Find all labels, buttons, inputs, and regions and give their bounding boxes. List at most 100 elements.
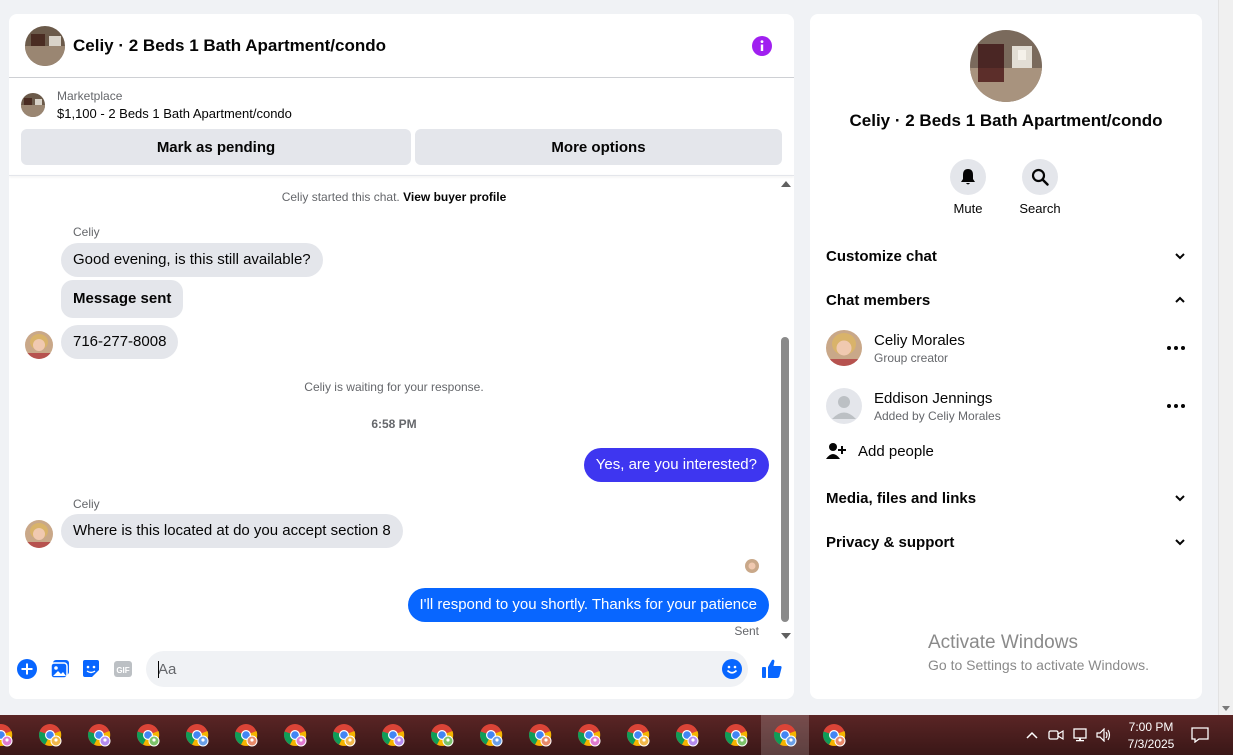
chevron-down-icon	[1175, 253, 1185, 260]
volume-icon[interactable]	[1094, 715, 1114, 755]
emoji-icon[interactable]	[722, 659, 742, 679]
activate-subtitle: Go to Settings to activate Windows.	[928, 657, 1149, 673]
gif-icon[interactable]: GIF	[113, 659, 133, 679]
incoming-message[interactable]: 716-277-8008	[61, 325, 179, 359]
meet-now-icon[interactable]	[1046, 715, 1066, 755]
taskbar: 7:00 PM 7/3/2025	[0, 715, 1233, 755]
search-button[interactable]	[1022, 159, 1058, 195]
member-role: Group creator	[874, 350, 949, 365]
window-scrollbar[interactable]	[1218, 0, 1233, 715]
media-files-links-label: Media, files and links	[826, 489, 977, 507]
member-avatar[interactable]	[826, 330, 862, 366]
chrome-taskbar-icon[interactable]	[761, 715, 809, 755]
listing-photo[interactable]	[970, 30, 1042, 102]
like-icon[interactable]	[761, 658, 783, 680]
listing-title: $1,100 - 2 Beds 1 Bath Apartment/condo	[57, 106, 292, 121]
header-divider	[9, 175, 794, 176]
network-icon[interactable]	[1070, 715, 1090, 755]
mute-action[interactable]: Mute	[938, 159, 998, 216]
marketplace-label: Marketplace	[57, 89, 123, 103]
bell-icon	[961, 169, 975, 185]
message-composer: GIF	[9, 649, 794, 689]
more-icon[interactable]	[1166, 338, 1186, 358]
sticker-icon[interactable]	[81, 659, 101, 679]
chat-members-section[interactable]: Chat members	[826, 286, 1186, 314]
mute-label: Mute	[953, 201, 983, 216]
read-receipt-avatar	[745, 559, 759, 573]
chrome-taskbar-icon[interactable]	[516, 715, 564, 755]
member-avatar[interactable]	[826, 388, 862, 424]
sent-status: Sent	[734, 624, 759, 638]
chrome-taskbar-icon[interactable]	[26, 715, 74, 755]
privacy-support-section[interactable]: Privacy & support	[826, 528, 1186, 556]
tray-expand-icon[interactable]	[1022, 715, 1042, 755]
chat-header: Celiy · 2 Beds 1 Bath Apartment/condo	[9, 14, 794, 78]
message-input[interactable]	[146, 651, 748, 687]
sender-avatar[interactable]	[25, 520, 53, 548]
scroll-down-icon[interactable]	[1222, 706, 1230, 711]
member-name: Eddison Jennings	[874, 389, 993, 407]
chat-scrollbar[interactable]	[778, 179, 792, 639]
search-icon	[1031, 168, 1049, 186]
chrome-taskbar-icon[interactable]	[614, 715, 662, 755]
outgoing-message[interactable]: I'll respond to you shortly. Thanks for …	[407, 588, 769, 622]
mute-button[interactable]	[950, 159, 986, 195]
customize-chat-section[interactable]: Customize chat	[826, 242, 1186, 270]
scroll-down-icon[interactable]	[781, 633, 791, 639]
chrome-taskbar-icon[interactable]	[565, 715, 613, 755]
chrome-taskbar-icon[interactable]	[418, 715, 466, 755]
member-role: Added by Celiy Morales	[874, 408, 1001, 423]
chrome-taskbar-icon[interactable]	[320, 715, 368, 755]
outgoing-message[interactable]: Yes, are you interested?	[583, 448, 769, 482]
media-files-links-section[interactable]: Media, files and links	[826, 484, 1186, 512]
search-action[interactable]: Search	[1010, 159, 1070, 216]
marketplace-listing[interactable]: Marketplace $1,100 - 2 Beds 1 Bath Apart…	[21, 87, 292, 123]
chrome-taskbar-icon[interactable]	[0, 715, 25, 755]
more-icon[interactable]	[1166, 396, 1186, 416]
chevron-up-icon	[1175, 296, 1185, 303]
activate-title: Activate Windows	[928, 632, 1078, 653]
listing-thumbnail	[21, 93, 45, 117]
plus-icon[interactable]	[17, 659, 37, 679]
chat-details-panel: Celiy · 2 Beds 1 Bath Apartment/condo Mu…	[810, 14, 1202, 699]
chrome-taskbar-icon[interactable]	[712, 715, 760, 755]
listing-avatar[interactable]	[25, 25, 65, 66]
add-people-label: Add people	[858, 442, 934, 460]
mark-as-pending-button[interactable]: Mark as pending	[21, 129, 411, 165]
add-people-button[interactable]: Add people	[826, 442, 934, 460]
activate-windows-watermark: Activate Windows Go to Settings to activ…	[928, 632, 1149, 673]
member-row[interactable]: Eddison Jennings Added by Celiy Morales	[826, 386, 1186, 426]
clock-time: 7:00 PM	[1128, 720, 1174, 734]
sender-name: Celiy	[73, 497, 100, 511]
more-options-button[interactable]: More options	[415, 129, 782, 165]
chrome-taskbar-icon[interactable]	[75, 715, 123, 755]
message-timestamp: 6:58 PM	[371, 417, 417, 431]
scroll-up-icon[interactable]	[781, 181, 791, 187]
customize-chat-label: Customize chat	[826, 247, 937, 265]
system-clock[interactable]: 7:00 PM 7/3/2025	[1118, 719, 1184, 753]
chrome-taskbar-icon[interactable]	[271, 715, 319, 755]
chrome-taskbar-icon[interactable]	[124, 715, 172, 755]
member-row[interactable]: Celiy Morales Group creator	[826, 328, 1186, 368]
chat-panel: Celiy · 2 Beds 1 Bath Apartment/condo Ma…	[9, 14, 794, 699]
info-icon[interactable]	[752, 36, 772, 56]
chat-started-text: Celiy started this chat.	[281, 190, 400, 204]
member-name: Celiy Morales	[874, 331, 965, 349]
chrome-taskbar-icon[interactable]	[467, 715, 515, 755]
sender-avatar[interactable]	[25, 331, 53, 359]
incoming-message[interactable]: Where is this located at do you accept s…	[61, 514, 403, 548]
chat-started-notice: Celiy started this chat. View buyer prof…	[9, 190, 779, 204]
add-person-icon	[826, 443, 846, 459]
chrome-taskbar-icon[interactable]	[222, 715, 270, 755]
notifications-icon[interactable]	[1188, 715, 1212, 755]
chrome-taskbar-icon[interactable]	[810, 715, 858, 755]
chrome-taskbar-icon[interactable]	[663, 715, 711, 755]
chrome-taskbar-icon[interactable]	[173, 715, 221, 755]
chrome-taskbar-icon[interactable]	[369, 715, 417, 755]
photo-icon[interactable]	[50, 659, 70, 679]
incoming-message[interactable]: Message sent	[61, 280, 184, 318]
scroll-thumb[interactable]	[781, 337, 789, 622]
incoming-message[interactable]: Good evening, is this still available?	[61, 243, 323, 277]
sender-name: Celiy	[73, 225, 100, 239]
view-buyer-profile-link[interactable]: View buyer profile	[403, 190, 506, 204]
